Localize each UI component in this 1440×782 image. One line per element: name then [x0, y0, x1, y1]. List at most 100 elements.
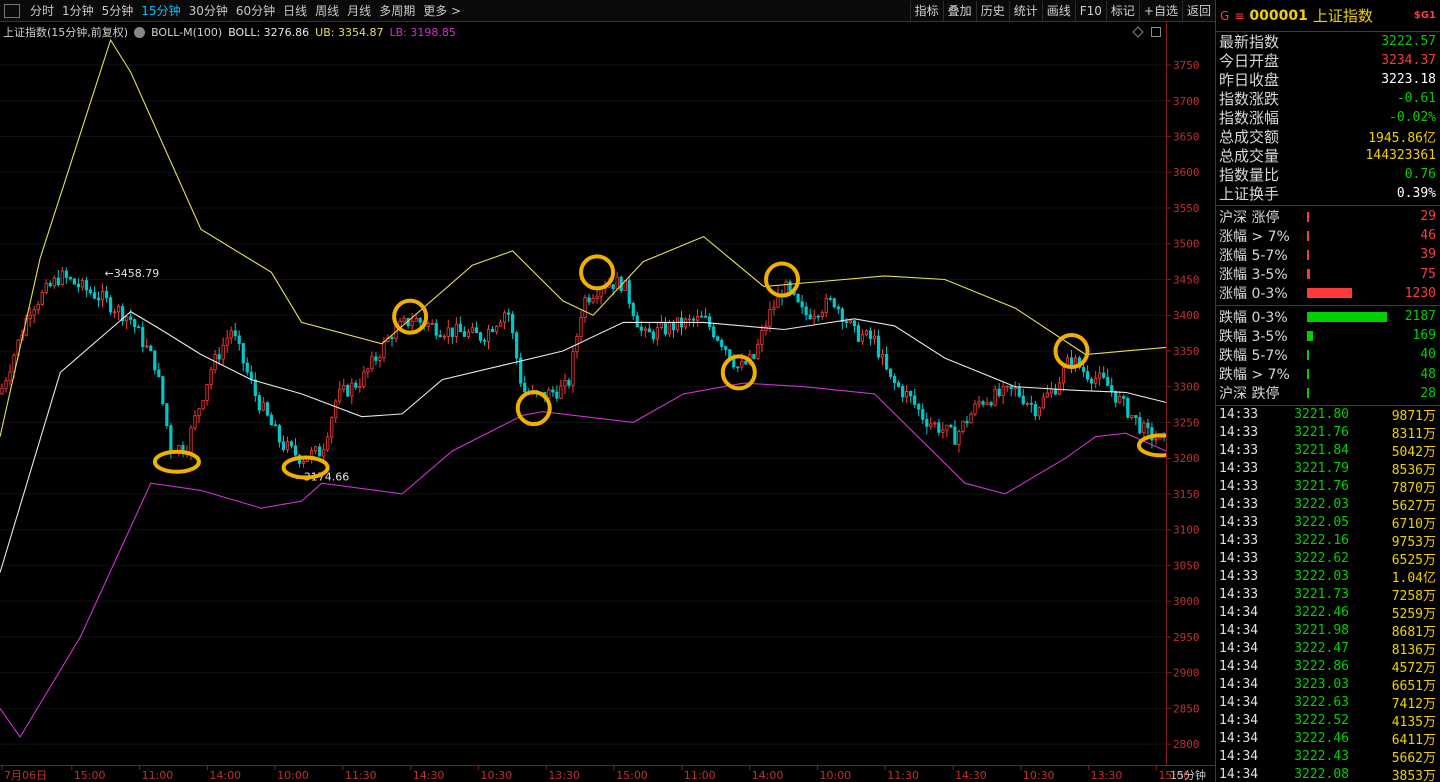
candle	[378, 354, 382, 368]
candle	[450, 327, 454, 344]
candle	[720, 337, 724, 351]
tick-time: 14:33	[1219, 569, 1259, 585]
y-tick-label: 2850	[1173, 702, 1200, 715]
candle	[897, 380, 901, 388]
quote-label: 上证换手	[1219, 185, 1280, 203]
y-tick-label: 2950	[1173, 631, 1200, 644]
quote-label: 最新指数	[1219, 33, 1280, 51]
tool-button-7[interactable]: +自选	[1138, 0, 1182, 21]
candle	[68, 276, 72, 281]
candle	[44, 279, 48, 295]
quote-label: 今日开盘	[1219, 52, 1280, 70]
candle	[466, 328, 471, 340]
period-tab-3[interactable]: 15分钟	[137, 2, 184, 19]
quote-row: 今日开盘 3234.37	[1216, 51, 1440, 70]
group-badge[interactable]: $G1	[1414, 10, 1436, 21]
breadth-row: 涨幅 > 7% 46	[1216, 226, 1440, 245]
candle	[181, 441, 185, 458]
window-icon[interactable]	[4, 3, 20, 18]
tick-row: 14:33 3221.79 8536万	[1216, 460, 1440, 478]
candle	[474, 321, 479, 334]
tick-time: 14:34	[1219, 695, 1259, 711]
tool-button-6[interactable]: 标记	[1105, 0, 1139, 21]
tick-price: 3223.03	[1294, 677, 1349, 693]
tool-button-0[interactable]: 指标	[909, 0, 943, 21]
candle	[957, 428, 961, 453]
breadth-bar	[1307, 388, 1309, 399]
tick-row: 14:33 3222.62 6525万	[1216, 550, 1440, 568]
tick-list[interactable]: 14:33 3221.80 9871万 14:33 3221.76 8311万 14:33 3…	[1216, 406, 1440, 782]
period-tab-9[interactable]: 多周期	[375, 2, 419, 19]
candle	[828, 295, 832, 302]
candle	[438, 329, 442, 338]
candle	[893, 373, 897, 391]
period-tab-0[interactable]: 分时	[26, 2, 58, 19]
candle	[643, 326, 647, 338]
tick-price: 3221.79	[1294, 461, 1349, 477]
candle	[1142, 419, 1146, 439]
tick-row: 14:33 3221.73 7258万	[1216, 586, 1440, 604]
candle	[334, 399, 338, 424]
breadth-row: 涨幅 5-7% 39	[1216, 245, 1440, 264]
period-tab-1[interactable]: 1分钟	[58, 2, 98, 19]
breadth-up: 沪深 涨停 29 涨幅 > 7% 46 涨幅 5-7% 39 涨幅 3-5% 75 涨幅 0-3…	[1216, 206, 1440, 306]
tick-time: 14:33	[1219, 479, 1259, 495]
tick-price: 3222.47	[1294, 641, 1349, 657]
period-tab-4[interactable]: 30分钟	[185, 2, 232, 19]
menu-icon[interactable]: ≡	[1234, 9, 1244, 23]
x-tick-label: 11:00	[684, 769, 716, 782]
candle	[165, 403, 169, 429]
candle	[430, 319, 434, 325]
period-tab-10[interactable]: 更多 >	[419, 2, 465, 19]
period-tab-2[interactable]: 5分钟	[98, 2, 138, 19]
candle	[989, 400, 993, 408]
candle	[872, 329, 877, 345]
candle	[121, 303, 125, 326]
candle	[92, 286, 97, 300]
tick-row: 14:34 3223.03 6651万	[1216, 676, 1440, 694]
quote-value: -0.02%	[1389, 110, 1436, 125]
candle	[48, 280, 52, 288]
period-tab-8[interactable]: 月线	[343, 2, 375, 19]
breadth-bar	[1307, 369, 1309, 380]
tick-price: 3222.46	[1294, 731, 1349, 747]
chart-svg[interactable]: ←3458.79←3174.66	[0, 22, 1185, 765]
tool-button-8[interactable]: 返回	[1181, 0, 1215, 21]
period-tab-6[interactable]: 日线	[279, 2, 311, 19]
candle	[225, 329, 229, 353]
breadth-bar	[1307, 330, 1314, 341]
candle	[209, 366, 213, 390]
tick-price: 3221.73	[1294, 587, 1349, 603]
candle	[591, 293, 595, 305]
quote-value: -0.61	[1396, 91, 1436, 106]
kline-chart[interactable]: ←3458.79 ←3174.66	[0, 22, 1185, 765]
breadth-count: 39	[1420, 247, 1436, 263]
tool-button-2[interactable]: 历史	[975, 0, 1009, 21]
candle	[56, 270, 60, 287]
candle	[1033, 400, 1037, 421]
tool-button-4[interactable]: 画线	[1041, 0, 1075, 21]
period-tab-7[interactable]: 周线	[311, 2, 343, 19]
tick-price: 3222.46	[1294, 605, 1349, 621]
tool-button-1[interactable]: 叠加	[942, 0, 976, 21]
quote-value: 3234.37	[1381, 53, 1436, 68]
candle	[929, 416, 933, 430]
breadth-row: 涨幅 3-5% 75	[1216, 265, 1440, 284]
tick-row: 14:33 3222.05 6710万	[1216, 514, 1440, 532]
candle	[362, 365, 366, 389]
tick-time: 14:33	[1219, 515, 1259, 531]
candle	[635, 311, 639, 328]
breadth-bar	[1307, 288, 1352, 299]
x-tick-label: 15:00	[74, 769, 106, 782]
breadth-label: 跌幅 5-7%	[1219, 347, 1288, 364]
breadth-label: 跌幅 > 7%	[1219, 367, 1290, 384]
y-tick-label: 3500	[1173, 238, 1200, 251]
breadth-label: 涨幅 5-7%	[1219, 247, 1288, 264]
quote-row: 指数涨幅 -0.02%	[1216, 108, 1440, 127]
tool-button-5[interactable]: F10	[1074, 0, 1106, 21]
period-tab-5[interactable]: 60分钟	[232, 2, 279, 19]
x-tick-label: 14:30	[955, 769, 987, 782]
tick-volume: 6411万	[1391, 733, 1436, 749]
tool-button-3[interactable]: 统计	[1008, 0, 1042, 21]
candle	[832, 297, 836, 309]
